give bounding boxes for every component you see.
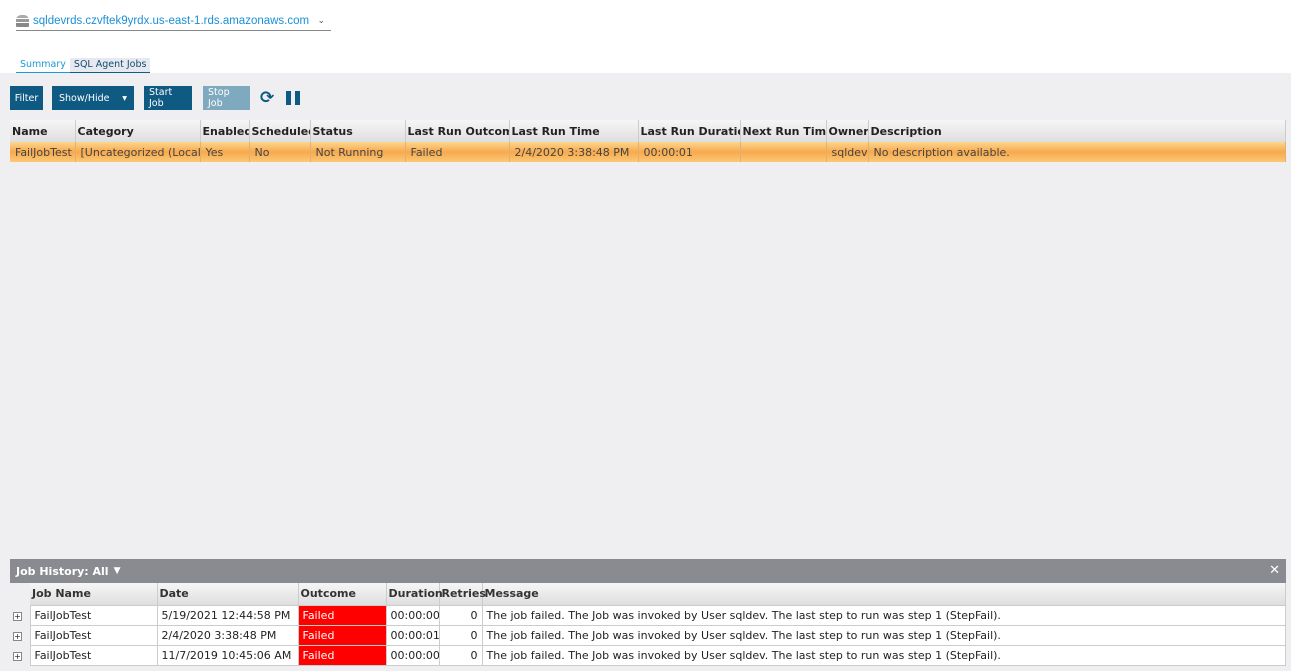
show-hide-button[interactable]: Show/Hide ▾ — [52, 86, 134, 110]
column-header-last-run-time[interactable]: Last Run Time — [509, 120, 639, 142]
cell-last-run-time: 2/4/2020 3:38:48 PM — [509, 142, 639, 162]
cell-duration: 00:00:00 — [385, 644, 440, 666]
column-header-date[interactable]: Date — [157, 583, 299, 605]
column-header-last-run-outcome[interactable]: Last Run Outcome — [405, 120, 510, 142]
cell-outcome: Failed — [297, 624, 387, 646]
expand-plus-icon[interactable]: + — [13, 611, 22, 621]
refresh-icon[interactable]: ⟳ — [260, 88, 274, 108]
table-row[interactable]: FailJobTest [Uncategorized (Local)] Yes No N… — [10, 142, 1286, 162]
cell-name: FailJobTest — [10, 142, 76, 162]
cell-scheduled: No — [249, 142, 311, 162]
cell-message: The job failed. The Job was invoked by U… — [481, 644, 1286, 666]
column-header-status[interactable]: Status — [310, 120, 406, 142]
cell-category: [Uncategorized (Local)] — [75, 142, 201, 162]
column-header-name[interactable]: Name — [10, 120, 76, 142]
cell-job-name: FailJobTest — [29, 644, 158, 666]
history-row[interactable]: + FailJobTest 2/4/2020 3:38:48 PM Failed 00:… — [10, 624, 1286, 646]
expander[interactable]: + — [10, 645, 30, 665]
start-job-button[interactable]: Start Job — [144, 86, 192, 110]
cell-last-run-outcome: Failed — [405, 142, 510, 162]
header: sqldevrds.czvftek9yrdx.us-east-1.rds.ama… — [0, 0, 1291, 75]
column-header-scheduled[interactable]: Scheduled — [249, 120, 311, 142]
jobs-table: Name Category Enabled Scheduled Status Last R… — [10, 120, 1286, 162]
cell-outcome: Failed — [297, 604, 387, 626]
cell-owner: sqldev — [826, 142, 869, 162]
expand-plus-icon[interactable]: + — [13, 651, 22, 661]
filter-button[interactable]: Filter — [10, 86, 43, 110]
pause-icon[interactable] — [286, 91, 300, 105]
server-selector[interactable]: sqldevrds.czvftek9yrdx.us-east-1.rds.ama… — [16, 12, 331, 31]
expander[interactable]: + — [10, 605, 30, 625]
column-header-job-name[interactable]: Job Name — [30, 583, 158, 605]
cell-next-run-time — [740, 142, 827, 162]
close-icon[interactable]: ✕ — [1269, 563, 1280, 578]
cell-job-name: FailJobTest — [29, 604, 158, 626]
cell-duration: 00:00:00 — [385, 604, 440, 626]
dropdown-arrow-icon[interactable]: ▼ — [114, 566, 121, 576]
job-history-header: Job History: All ▼ ✕ — [10, 559, 1286, 583]
expand-plus-icon[interactable]: + — [13, 631, 22, 641]
show-hide-label: Show/Hide — [59, 92, 110, 104]
cell-job-name: FailJobTest — [29, 624, 158, 646]
chevron-down-icon: ⌄ — [317, 16, 325, 26]
cell-duration: 00:00:01 — [385, 624, 440, 646]
cell-status: Not Running — [310, 142, 406, 162]
column-header-message[interactable]: Message — [482, 583, 1286, 605]
column-header-category[interactable]: Category — [75, 120, 201, 142]
database-server-icon — [16, 15, 29, 27]
cell-outcome: Failed — [297, 644, 387, 666]
cell-retries: 0 — [438, 604, 483, 626]
column-header-outcome[interactable]: Outcome — [298, 583, 387, 605]
column-header-retries[interactable]: Retries — [439, 583, 486, 605]
cell-retries: 0 — [438, 624, 483, 646]
cell-date: 2/4/2020 3:38:48 PM — [156, 624, 299, 646]
cell-retries: 0 — [438, 644, 483, 666]
column-header-duration[interactable]: Duration — [386, 583, 443, 605]
cell-enabled: Yes — [200, 142, 250, 162]
stop-job-button[interactable]: Stop Job — [203, 86, 250, 110]
job-history-title[interactable]: Job History: All — [16, 565, 109, 578]
history-row[interactable]: + FailJobTest 5/19/2021 12:44:58 PM Failed 0… — [10, 604, 1286, 626]
column-header-enabled[interactable]: Enabled — [200, 120, 250, 142]
job-history-panel: Job History: All ▼ ✕ Job Name Date Outcome… — [10, 559, 1286, 666]
expander[interactable]: + — [10, 625, 30, 645]
cell-message: The job failed. The Job was invoked by U… — [481, 624, 1286, 646]
caret-down-icon: ▾ — [122, 92, 127, 104]
server-name: sqldevrds.czvftek9yrdx.us-east-1.rds.ama… — [33, 15, 310, 27]
column-header-last-run-duration[interactable]: Last Run Duration — [638, 120, 741, 142]
column-header-next-run-time[interactable]: Next Run Time — [740, 120, 827, 142]
jobs-panel: Filter Show/Hide ▾ Start Job Stop Job ⟳ N… — [0, 73, 1291, 671]
history-row[interactable]: + FailJobTest 11/7/2019 10:45:06 AM Failed 0… — [10, 644, 1286, 666]
cell-description: No description available. — [868, 142, 1286, 162]
cell-date: 5/19/2021 12:44:58 PM — [156, 604, 299, 626]
job-history-table: Job Name Date Outcome Duration Retries Messag… — [10, 583, 1286, 666]
cell-date: 11/7/2019 10:45:06 AM — [156, 644, 299, 666]
cell-message: The job failed. The Job was invoked by U… — [481, 604, 1286, 626]
cell-last-run-duration: 00:00:01 — [638, 142, 741, 162]
column-header-description[interactable]: Description — [868, 120, 1286, 142]
column-header-owner[interactable]: Owner — [826, 120, 869, 142]
